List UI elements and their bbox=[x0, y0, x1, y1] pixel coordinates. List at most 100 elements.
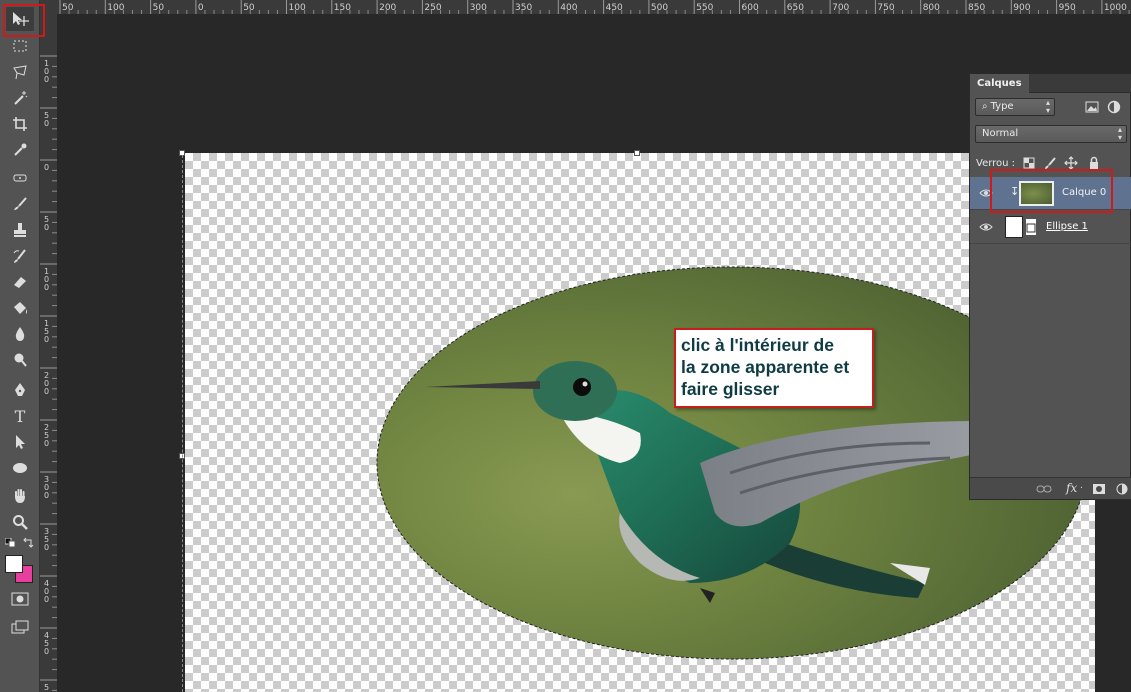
tools-panel: T bbox=[0, 0, 40, 692]
crop-icon bbox=[13, 117, 27, 131]
foreground-color-swatch[interactable] bbox=[5, 555, 23, 573]
healing-tool[interactable] bbox=[6, 166, 34, 190]
ellipse-tool[interactable] bbox=[6, 456, 34, 480]
ruler-top-label: 700 bbox=[832, 3, 849, 13]
ruler-left-label: 0 bbox=[44, 491, 49, 500]
ruler-top-label: 50 bbox=[62, 3, 74, 13]
image-filter-icon[interactable] bbox=[1085, 100, 1099, 114]
ruler-left-label: 0 bbox=[44, 75, 49, 84]
fx-dropdown-icon: . bbox=[1080, 481, 1083, 491]
swap-colors-icon[interactable] bbox=[22, 537, 34, 549]
magic-wand-icon bbox=[14, 91, 28, 105]
zoom-icon bbox=[13, 515, 28, 530]
ruler-top-label: 800 bbox=[923, 3, 940, 13]
filter-label: Type bbox=[990, 101, 1014, 112]
photoshop-window: 50 100 50 0 50 100 150 200 250 300 350 400 450 500 550… bbox=[0, 0, 1131, 692]
brush-tool[interactable] bbox=[6, 192, 34, 216]
marquee-tool[interactable] bbox=[6, 34, 34, 58]
ruler-top-label: 1000 bbox=[1104, 3, 1127, 13]
layer-filter-select[interactable]: ⌕ Type ▴ ▾ bbox=[975, 98, 1055, 116]
ruler-top-label: 850 bbox=[968, 3, 985, 13]
instruction-callout: clic à l'intérieur de la zone apparente … bbox=[674, 328, 874, 408]
rect-marquee-icon bbox=[13, 40, 27, 52]
bucket-icon bbox=[14, 302, 27, 314]
lasso-icon bbox=[13, 65, 27, 80]
ruler-left-label: 0 bbox=[44, 335, 49, 344]
lasso-tool[interactable] bbox=[6, 60, 34, 84]
stamp-tool[interactable] bbox=[6, 218, 34, 242]
ruler-top-label: 450 bbox=[606, 3, 623, 13]
blur-tool[interactable] bbox=[6, 322, 34, 346]
ruler-left-label: 0 bbox=[44, 119, 49, 128]
transform-handle-top-center[interactable] bbox=[634, 150, 640, 156]
ruler-top-label: 100 bbox=[107, 3, 124, 13]
hand-tool[interactable] bbox=[6, 484, 34, 508]
layer-highlight bbox=[990, 169, 1113, 213]
path-select-tool[interactable] bbox=[6, 430, 34, 454]
ruler-left-label: 0 bbox=[44, 223, 49, 232]
lock-pixels-brush-icon[interactable] bbox=[1043, 156, 1057, 170]
layer-style-fx-button[interactable]: fx bbox=[1066, 481, 1077, 495]
screen-mode-icon[interactable] bbox=[11, 620, 29, 634]
pen-tool[interactable] bbox=[6, 378, 34, 402]
move-tool-highlight bbox=[3, 4, 45, 37]
zoom-tool[interactable] bbox=[6, 510, 34, 534]
bucket-tool[interactable] bbox=[6, 296, 34, 320]
ruler-left[interactable]: 10050050100150200250300350400450500 bbox=[40, 14, 57, 692]
eyedropper-tool[interactable] bbox=[6, 138, 34, 162]
ruler-left-label: 0 bbox=[44, 283, 49, 292]
layers-panel: Calques ⌕ Type ▴ ▾ Normal ▴ ▾ Verrou : ↧ Ca… bbox=[969, 73, 1131, 500]
visibility-eye-icon[interactable] bbox=[979, 222, 993, 232]
select-arrows-icon: ▴ ▾ bbox=[1045, 98, 1050, 115]
lock-transparent-icon[interactable] bbox=[1022, 156, 1036, 170]
dodge-icon bbox=[14, 353, 27, 367]
link-layers-icon[interactable] bbox=[1036, 483, 1052, 495]
quick-mask-icon[interactable] bbox=[11, 592, 29, 606]
eraser-icon bbox=[14, 277, 26, 288]
ruler-left-label: 0 bbox=[44, 543, 49, 552]
pen-icon bbox=[15, 383, 25, 396]
history-brush-icon bbox=[13, 249, 26, 263]
ruler-top-label: 600 bbox=[742, 3, 759, 13]
type-tool[interactable]: T bbox=[6, 404, 34, 428]
dodge-tool[interactable] bbox=[6, 348, 34, 372]
type-icon: T bbox=[14, 406, 26, 426]
arrow-icon bbox=[16, 435, 25, 449]
magic-wand-tool[interactable] bbox=[6, 86, 34, 110]
layer-thumbnail-ellipse-1 bbox=[1005, 216, 1023, 238]
selection-edge-left bbox=[182, 155, 183, 692]
layer-name[interactable]: Ellipse 1 bbox=[1046, 221, 1088, 232]
ruler-top-label: 0 bbox=[198, 3, 204, 13]
ruler-top[interactable]: 50 100 50 0 50 100 150 200 250 300 350 400 450 500 550… bbox=[0, 0, 1131, 14]
blend-mode-select[interactable]: Normal ▴ ▾ bbox=[975, 125, 1127, 143]
hand-icon bbox=[15, 489, 25, 503]
ruler-top-label: 350 bbox=[515, 3, 532, 13]
ruler-top-label: 150 bbox=[334, 3, 351, 13]
ruler-top-label: 100 bbox=[289, 3, 306, 13]
layer-row-ellipse-1[interactable]: Ellipse 1 bbox=[970, 211, 1131, 244]
tab-layers[interactable]: Calques bbox=[970, 74, 1029, 93]
lock-label: Verrou : bbox=[976, 158, 1016, 169]
layers-tab-bar: Calques bbox=[970, 74, 1131, 93]
ruler-top-label: 900 bbox=[1013, 3, 1030, 13]
lock-all-icon[interactable] bbox=[1087, 156, 1101, 170]
ellipse-icon bbox=[13, 463, 27, 473]
lock-position-move-icon[interactable] bbox=[1064, 156, 1078, 170]
search-icon: ⌕ bbox=[982, 101, 988, 112]
ruler-top-label: 300 bbox=[470, 3, 487, 13]
ruler-top-label: 50 bbox=[243, 3, 255, 13]
eyedropper-icon bbox=[14, 143, 27, 156]
add-mask-icon[interactable] bbox=[1092, 483, 1106, 495]
adjustment-layer-icon[interactable] bbox=[1116, 483, 1128, 495]
default-colors-icon[interactable] bbox=[5, 538, 17, 548]
crop-tool[interactable] bbox=[6, 112, 34, 136]
eraser-tool[interactable] bbox=[6, 270, 34, 294]
filter-toggle-icon[interactable] bbox=[1107, 100, 1121, 114]
layers-footer: fx . bbox=[970, 477, 1131, 499]
ruler-top-label: 400 bbox=[560, 3, 577, 13]
brush-icon bbox=[14, 197, 27, 210]
ruler-left-label: 0 bbox=[44, 439, 49, 448]
history-brush-tool[interactable] bbox=[6, 244, 34, 268]
callout-line-3: faire glisser bbox=[681, 379, 780, 399]
ruler-top-label: 750 bbox=[877, 3, 894, 13]
